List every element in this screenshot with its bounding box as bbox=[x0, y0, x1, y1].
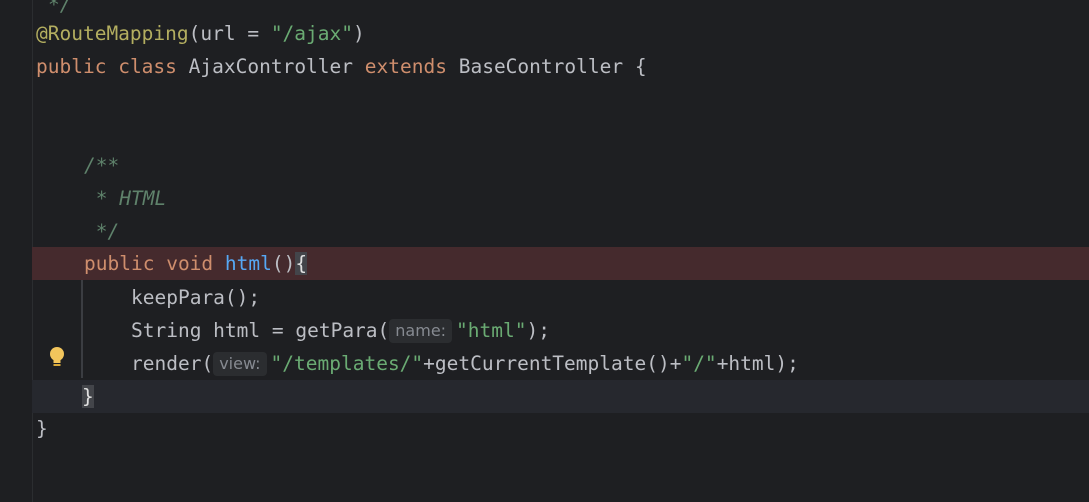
code-line-class-close[interactable]: } bbox=[0, 412, 1089, 445]
class-name: AjaxController bbox=[188, 55, 354, 78]
method-parens: () bbox=[271, 252, 296, 275]
annotation-url-string: "/ajax" bbox=[270, 22, 353, 45]
method-name: html bbox=[224, 252, 272, 275]
matched-brace-close: } bbox=[82, 385, 94, 408]
class-close-brace: } bbox=[36, 417, 48, 440]
statement-text: String html = getPara( bbox=[131, 319, 390, 342]
comment-text: */ bbox=[48, 0, 72, 16]
statement-text: render( bbox=[131, 352, 214, 375]
keyword-class: class bbox=[118, 55, 177, 78]
keyword-void: void bbox=[166, 252, 214, 275]
annotation-name: @RouteMapping bbox=[36, 22, 189, 45]
string-literal: "/templates/" bbox=[270, 352, 424, 375]
statement-middle: +getCurrentTemplate()+ bbox=[423, 352, 682, 375]
code-line-class-declaration[interactable]: public class AjaxController extends Base… bbox=[0, 50, 1089, 83]
keyword-extends: extends bbox=[364, 55, 447, 78]
string-literal: "/" bbox=[681, 352, 717, 375]
code-line-javadoc-end[interactable]: */ bbox=[0, 215, 1089, 248]
param-hint-view: view: bbox=[213, 352, 267, 376]
javadoc-text: * HTML bbox=[84, 187, 167, 210]
string-literal: "html" bbox=[456, 319, 527, 342]
lightbulb-icon[interactable] bbox=[48, 346, 66, 370]
matched-brace-open: { bbox=[295, 252, 308, 275]
param-hint-name: name: bbox=[389, 319, 453, 343]
keyword-public: public bbox=[84, 252, 155, 275]
code-line-javadoc-body[interactable]: * HTML bbox=[0, 182, 1089, 215]
statement-end: +html); bbox=[716, 352, 799, 375]
annotation-args: (url = bbox=[188, 22, 271, 45]
code-line-get-para[interactable]: String html = getPara(name: "html"); bbox=[0, 314, 1089, 347]
statement-text: keepPara(); bbox=[131, 286, 261, 309]
code-line-keep-para[interactable]: keepPara(); bbox=[0, 281, 1089, 314]
annotation-close: ) bbox=[353, 22, 365, 45]
code-line-annotation[interactable]: @RouteMapping(url = "/ajax") bbox=[0, 17, 1089, 50]
code-line-method-declaration[interactable]: public void html(){ bbox=[32, 247, 1089, 280]
javadoc-open: /** bbox=[84, 154, 120, 177]
code-line-javadoc-start[interactable]: /** bbox=[0, 149, 1089, 182]
code-line-render[interactable]: render(view: "/templates/"+getCurrentTemp… bbox=[0, 347, 1089, 380]
base-class-name: BaseController { bbox=[458, 55, 647, 78]
keyword-public: public bbox=[36, 55, 107, 78]
javadoc-close: */ bbox=[84, 220, 120, 243]
statement-end: ); bbox=[526, 319, 550, 342]
code-line-method-close[interactable]: } bbox=[32, 380, 1089, 413]
